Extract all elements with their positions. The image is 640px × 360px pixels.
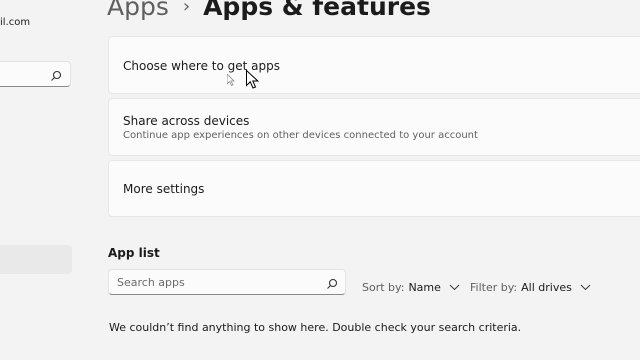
search-icon [326, 275, 338, 294]
chevron-down-icon [580, 281, 591, 294]
sort-dropdown[interactable]: Sort by: Name [362, 281, 460, 294]
filter-dropdown[interactable]: Filter by: All drives [470, 281, 591, 294]
search-apps-input[interactable]: Search apps [108, 269, 346, 295]
breadcrumb-parent[interactable]: Apps [107, 0, 169, 21]
sidebar-search-input[interactable] [0, 61, 71, 87]
setting-subtitle: Continue app experiences on other device… [123, 130, 478, 141]
search-icon [50, 67, 62, 86]
chevron-down-icon [449, 281, 460, 294]
share-across-devices-setting[interactable]: Share across devices Continue app experi… [108, 98, 640, 156]
sort-label: Sort by: [362, 281, 405, 294]
setting-title: Share across devices [123, 114, 250, 128]
filter-value: All drives [521, 281, 572, 294]
choose-where-to-get-apps-setting[interactable]: Choose where to get apps [108, 36, 640, 94]
page-title: Apps & features [203, 0, 431, 21]
breadcrumb: Apps › Apps & features [107, 0, 431, 22]
sort-value: Name [408, 281, 441, 294]
search-placeholder: Search apps [117, 276, 185, 289]
filter-label: Filter by: [470, 281, 518, 294]
setting-title: More settings [123, 182, 205, 196]
mouse-pointer-icon [246, 69, 260, 93]
breadcrumb-separator: › [182, 0, 191, 17]
cursor-trail-icon [226, 71, 235, 90]
account-email: il.com [0, 17, 31, 28]
app-list-heading: App list [108, 246, 160, 260]
more-settings-setting[interactable]: More settings [108, 160, 640, 217]
sidebar-item-selected[interactable] [0, 245, 72, 274]
empty-results-message: We couldn’t find anything to show here. … [109, 321, 522, 334]
